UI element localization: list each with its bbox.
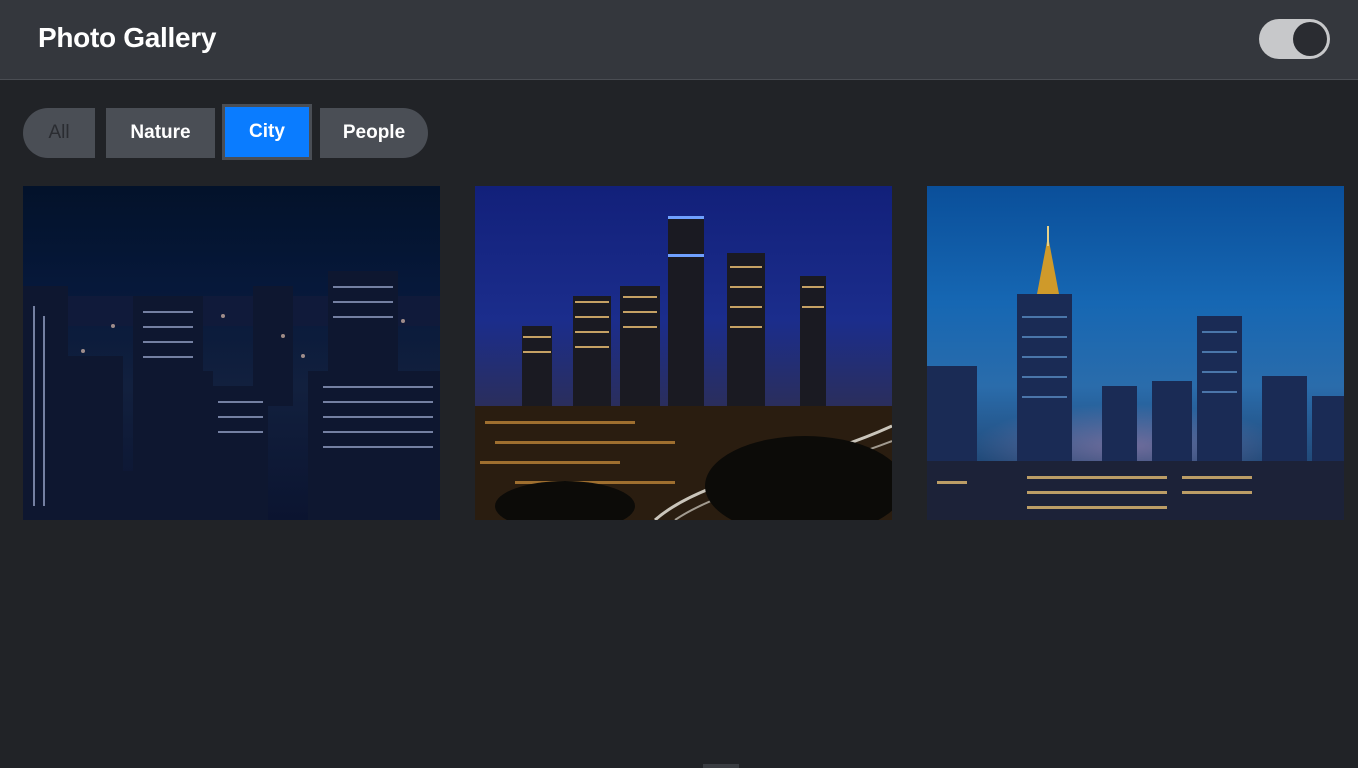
filter-all-button[interactable]: All bbox=[23, 108, 95, 158]
city-photo-image bbox=[927, 226, 1344, 520]
gallery-photo[interactable] bbox=[927, 186, 1344, 520]
toggle-knob bbox=[1293, 22, 1327, 56]
city-photo-image bbox=[475, 216, 892, 520]
city-photo-image bbox=[23, 271, 440, 520]
filter-nature-button[interactable]: Nature bbox=[106, 108, 215, 158]
page-title: Photo Gallery bbox=[38, 22, 217, 53]
app-header: Photo Gallery bbox=[0, 0, 1358, 80]
filter-people-button[interactable]: People bbox=[320, 108, 428, 158]
scroll-indicator bbox=[703, 764, 739, 768]
gallery-photo[interactable] bbox=[23, 186, 440, 520]
gallery-photo[interactable] bbox=[475, 186, 892, 520]
theme-toggle[interactable] bbox=[1259, 19, 1330, 59]
filter-city-button[interactable]: City bbox=[222, 104, 312, 160]
